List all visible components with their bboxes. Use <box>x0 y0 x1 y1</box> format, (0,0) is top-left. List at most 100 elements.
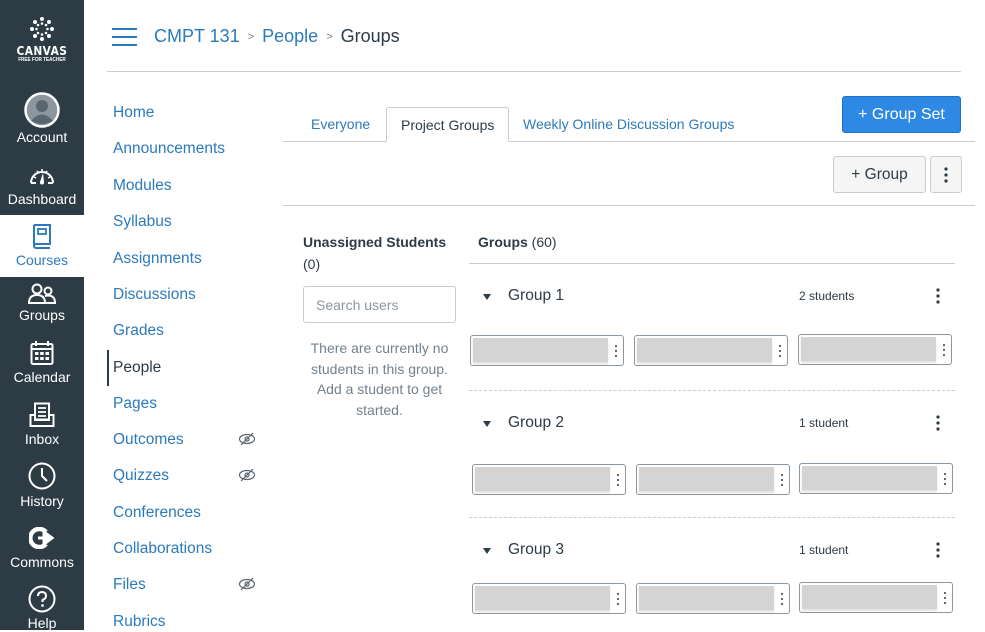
add-group-set-button[interactable]: + Group Set <box>842 96 961 133</box>
collapse-caret-icon[interactable] <box>483 548 491 554</box>
group-name[interactable]: Group 1 <box>508 286 564 306</box>
student-options-kebab-icon[interactable] <box>780 592 784 606</box>
course-nav-rubrics[interactable]: Rubrics <box>113 612 166 632</box>
book-icon <box>33 224 51 249</box>
global-nav-calendar[interactable]: Calendar <box>0 338 84 385</box>
course-nav-syllabus[interactable]: Syllabus <box>113 212 172 232</box>
course-nav-home[interactable]: Home <box>113 103 154 123</box>
global-nav-commons[interactable]: Commons <box>0 523 84 570</box>
course-nav-pages[interactable]: Pages <box>113 394 157 414</box>
collapse-caret-icon[interactable] <box>483 421 491 427</box>
course-nav-outcomes[interactable]: Outcomes <box>113 430 184 450</box>
student-card[interactable] <box>799 582 953 613</box>
group-set-options-button[interactable] <box>930 156 962 193</box>
redacted-student-name <box>475 586 610 610</box>
group-options-kebab-icon[interactable] <box>934 287 942 305</box>
canvas-logo-icon <box>30 17 54 41</box>
redacted-student-name <box>801 337 936 361</box>
global-nav-label: Groups <box>19 307 65 323</box>
student-card[interactable] <box>798 334 952 365</box>
redacted-student-name <box>802 466 937 490</box>
global-nav-label: Calendar <box>13 369 71 385</box>
course-nav-conferences[interactable]: Conferences <box>113 503 201 523</box>
breadcrumb-people[interactable]: People <box>262 26 318 46</box>
logo-subtitle: FREE FOR TEACHER <box>18 57 66 63</box>
hamburger-line <box>112 36 137 38</box>
global-nav: CANVAS FREE FOR TEACHER Account Dashboar… <box>0 0 84 631</box>
global-nav-help[interactable]: Help <box>0 584 84 631</box>
global-nav-label: Help <box>27 615 57 631</box>
global-nav-inbox[interactable]: Inbox <box>0 400 84 447</box>
student-card[interactable] <box>634 335 788 366</box>
search-users-input[interactable] <box>303 286 456 323</box>
student-card[interactable] <box>636 583 790 614</box>
unassigned-students-heading: Unassigned Students (0) <box>303 231 463 275</box>
tab-everyone[interactable]: Everyone <box>297 107 384 142</box>
add-group-button[interactable]: + Group <box>833 156 926 193</box>
groups-title: Groups <box>478 234 528 250</box>
collapse-caret-icon[interactable] <box>483 294 491 300</box>
student-card[interactable] <box>472 464 626 495</box>
course-nav-quizzes[interactable]: Quizzes <box>113 466 169 486</box>
global-nav-label: Commons <box>10 554 74 570</box>
global-nav-courses[interactable]: Courses <box>0 215 84 277</box>
tab-project-groups[interactable]: Project Groups <box>386 107 510 142</box>
breadcrumb: CMPT 131 > People > Groups <box>154 24 400 51</box>
group-member-count: 1 student <box>799 543 849 557</box>
avatar-icon <box>24 92 60 128</box>
student-options-kebab-icon[interactable] <box>780 473 784 487</box>
header-divider <box>107 71 961 72</box>
hidden-from-students-icon <box>238 577 256 591</box>
global-nav-account[interactable]: Account <box>0 92 84 145</box>
student-options-kebab-icon[interactable] <box>614 344 618 358</box>
global-nav-groups[interactable]: Groups <box>0 282 84 323</box>
student-options-kebab-icon[interactable] <box>943 591 947 605</box>
student-card[interactable] <box>799 463 953 494</box>
group-name[interactable]: Group 2 <box>508 413 564 433</box>
breadcrumb-current: Groups <box>340 26 400 46</box>
course-nav-announcements[interactable]: Announcements <box>113 139 225 159</box>
global-nav-dashboard[interactable]: Dashboard <box>0 160 84 207</box>
groups-count: (60) <box>531 234 557 250</box>
groups-divider <box>469 263 955 264</box>
group-member-count: 2 students <box>799 289 855 303</box>
global-nav-label: Dashboard <box>7 191 77 207</box>
canvas-logo[interactable]: CANVAS FREE FOR TEACHER <box>0 0 84 80</box>
inbox-icon <box>29 402 55 427</box>
group-options-kebab-icon[interactable] <box>934 414 942 432</box>
student-options-kebab-icon[interactable] <box>616 473 620 487</box>
student-card[interactable] <box>470 335 624 366</box>
course-nav-people[interactable]: People <box>113 358 161 378</box>
tab-weekly-online-discussion-groups[interactable]: Weekly Online Discussion Groups <box>509 107 748 142</box>
student-card[interactable] <box>636 464 790 495</box>
redacted-student-name <box>473 338 608 362</box>
groups-heading: Groups (60) <box>478 231 557 253</box>
student-options-kebab-icon[interactable] <box>942 343 946 357</box>
redacted-student-name <box>639 467 774 491</box>
unassigned-count: (0) <box>303 256 321 272</box>
course-nav-assignments[interactable]: Assignments <box>113 249 202 269</box>
group-options-kebab-icon[interactable] <box>934 541 942 559</box>
student-options-kebab-icon[interactable] <box>943 472 947 486</box>
course-nav-modules[interactable]: Modules <box>113 176 172 196</box>
kebab-menu-icon <box>944 166 948 183</box>
toolbar-divider <box>283 205 975 206</box>
course-nav-grades[interactable]: Grades <box>113 321 164 341</box>
speedometer-icon <box>30 169 54 185</box>
unassigned-title: Unassigned Students <box>303 234 447 250</box>
global-nav-history[interactable]: History <box>0 460 84 509</box>
student-card[interactable] <box>472 583 626 614</box>
group-name[interactable]: Group 3 <box>508 540 564 560</box>
course-nav-collaborations[interactable]: Collaborations <box>113 539 212 559</box>
global-nav-label: Inbox <box>24 431 60 447</box>
student-options-kebab-icon[interactable] <box>778 344 782 358</box>
global-nav-label: Account <box>16 129 68 145</box>
global-nav-label: Courses <box>15 252 69 268</box>
calendar-icon <box>30 341 54 365</box>
course-nav-files[interactable]: Files <box>113 575 146 595</box>
course-nav-discussions[interactable]: Discussions <box>113 285 196 305</box>
course-menu-toggle[interactable] <box>112 28 137 46</box>
clock-icon <box>28 462 56 490</box>
breadcrumb-course[interactable]: CMPT 131 <box>154 26 240 46</box>
student-options-kebab-icon[interactable] <box>616 592 620 606</box>
